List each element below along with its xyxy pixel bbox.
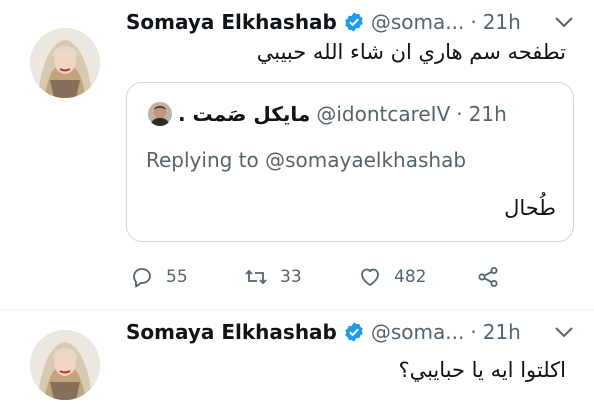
retweet-button[interactable]: 33 xyxy=(244,260,302,294)
tweet-header: Somaya Elkhashab @soma... · 21h xyxy=(126,8,594,36)
separator-dot: · xyxy=(470,10,477,34)
reply-count: 55 xyxy=(166,267,188,287)
avatar-image xyxy=(30,28,100,98)
quote-timestamp[interactable]: 21h xyxy=(469,102,507,126)
quote-avatar-image xyxy=(148,102,172,126)
avatar[interactable] xyxy=(30,28,100,98)
avatar[interactable] xyxy=(30,330,100,400)
reply-button[interactable]: 55 xyxy=(130,260,188,294)
author-handle[interactable]: @soma... xyxy=(371,320,464,344)
tweet[interactable]: Somaya Elkhashab @soma... · 21h تطفحه سم… xyxy=(0,0,594,310)
separator-dot: · xyxy=(470,320,477,344)
like-count: 482 xyxy=(394,267,427,287)
tweet-text: اكلتوا ايه يا حبايبي؟ xyxy=(398,358,566,382)
author-name[interactable]: Somaya Elkhashab xyxy=(126,320,337,344)
quote-header: مايكل صَمت . @idontcareIV · 21h xyxy=(178,101,507,127)
quote-separator-dot: · xyxy=(456,102,463,126)
chevron-down-icon[interactable] xyxy=(552,320,576,344)
tweet-actions: 55 33 482 xyxy=(126,260,566,294)
quote-avatar xyxy=(148,102,172,126)
author-handle[interactable]: @soma... xyxy=(371,10,464,34)
quote-author-name[interactable]: مايكل صَمت . xyxy=(178,102,310,126)
tweet-text: تطفحه سم هاري ان شاء الله حبيبي xyxy=(256,40,566,64)
share-button[interactable] xyxy=(476,260,500,294)
verified-badge-icon xyxy=(345,12,363,32)
verified-badge-icon xyxy=(345,322,363,342)
like-button[interactable]: 482 xyxy=(358,260,426,294)
retweet-count: 33 xyxy=(280,267,302,287)
quote-author-handle[interactable]: @idontcareIV xyxy=(316,102,450,126)
quote-text: طُحال xyxy=(504,196,556,220)
avatar-image xyxy=(30,330,100,400)
timestamp[interactable]: 21h xyxy=(483,320,521,344)
quote-replying-to: Replying to @somayaelkhashab xyxy=(146,148,467,172)
tweet-header: Somaya Elkhashab @soma... · 21h xyxy=(126,318,594,346)
author-name[interactable]: Somaya Elkhashab xyxy=(126,10,337,34)
retweet-icon xyxy=(245,269,267,285)
reply-icon xyxy=(133,268,151,288)
timestamp[interactable]: 21h xyxy=(483,10,521,34)
heart-icon xyxy=(361,268,379,286)
chevron-down-icon[interactable] xyxy=(552,10,576,34)
share-icon xyxy=(478,267,498,287)
